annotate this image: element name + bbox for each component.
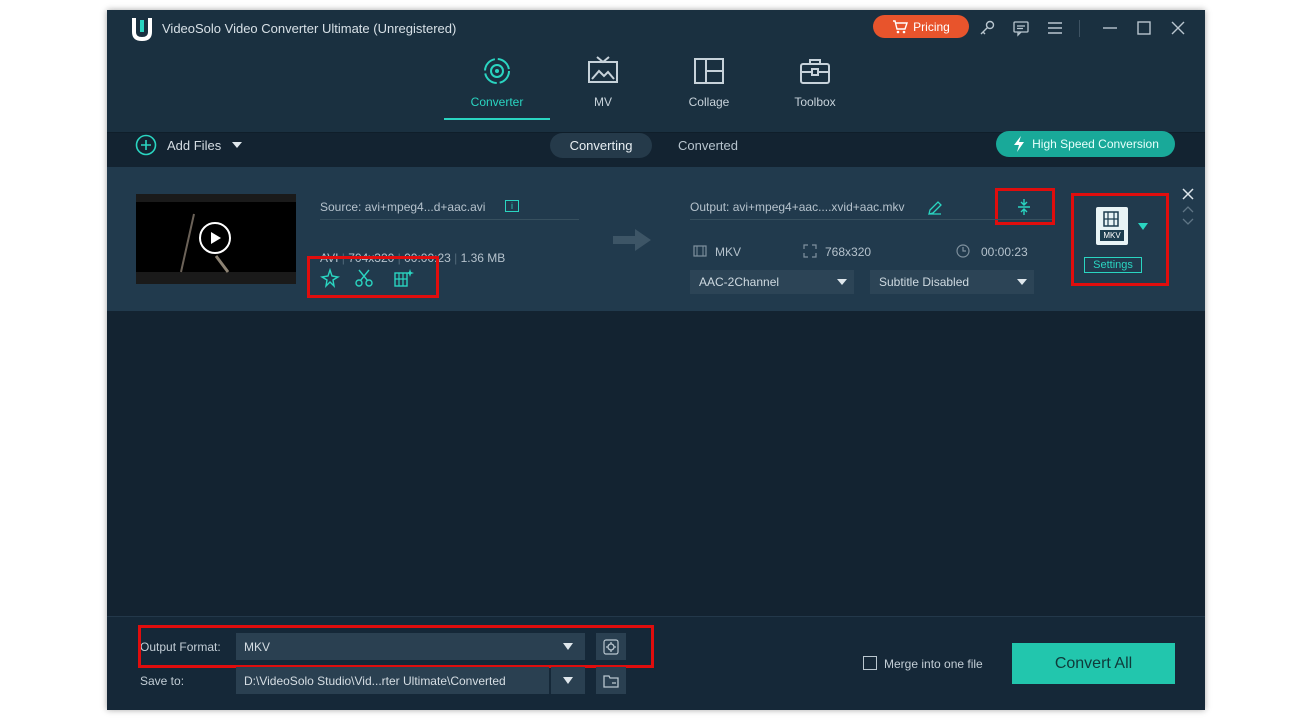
title-bar: VideoSolo Video Converter Ultimate (Unre… bbox=[107, 10, 1205, 133]
play-icon[interactable] bbox=[199, 222, 231, 254]
high-speed-conversion-button[interactable]: High Speed Conversion bbox=[996, 131, 1175, 157]
tab-toolbox-label: Toolbox bbox=[794, 95, 836, 109]
move-up-icon[interactable] bbox=[1182, 205, 1194, 214]
tab-converter-label: Converter bbox=[470, 95, 524, 109]
output-divider bbox=[690, 219, 1052, 220]
app-window: VideoSolo Video Converter Ultimate (Unre… bbox=[107, 10, 1205, 710]
close-icon[interactable] bbox=[1168, 18, 1188, 38]
collage-icon bbox=[694, 58, 724, 84]
tab-collage-label: Collage bbox=[688, 95, 730, 109]
title-separator bbox=[1079, 20, 1080, 37]
clock-icon bbox=[956, 244, 970, 258]
remove-file-icon[interactable] bbox=[1182, 188, 1194, 200]
pricing-button[interactable]: Pricing bbox=[873, 15, 969, 38]
toolbox-icon bbox=[800, 59, 830, 84]
output-format: MKV bbox=[715, 245, 742, 259]
resolution-icon bbox=[803, 244, 817, 258]
tab-converting[interactable]: Converting bbox=[550, 133, 652, 158]
mv-icon bbox=[588, 56, 618, 83]
source-size: 1.36 MB bbox=[460, 251, 506, 265]
video-thumbnail[interactable] bbox=[136, 194, 296, 284]
add-files-label: Add Files bbox=[167, 137, 222, 153]
edit-tools-highlight bbox=[307, 256, 439, 298]
output-format-highlight bbox=[138, 625, 654, 668]
window-title: VideoSolo Video Converter Ultimate (Unre… bbox=[162, 21, 457, 36]
tab-collage[interactable]: Collage bbox=[656, 54, 762, 120]
tab-converted[interactable]: Converted bbox=[657, 133, 759, 158]
active-tab-indicator bbox=[444, 118, 550, 120]
pricing-label: Pricing bbox=[913, 19, 950, 34]
converter-toolbar: Add Files Converting Converted High Spee… bbox=[107, 131, 1205, 168]
open-folder-button[interactable] bbox=[596, 667, 626, 694]
cart-icon bbox=[893, 19, 909, 33]
tab-mv[interactable]: MV bbox=[550, 54, 656, 120]
save-to-label: Save to: bbox=[140, 674, 185, 688]
merge-label: Merge into one file bbox=[884, 657, 983, 671]
chevron-down-icon bbox=[563, 677, 573, 684]
output-duration: 00:00:23 bbox=[981, 245, 1028, 259]
info-icon[interactable]: i bbox=[505, 200, 519, 212]
subtitle-value: Subtitle Disabled bbox=[879, 275, 970, 289]
source-filename: Source: avi+mpeg4...d+aac.avi bbox=[320, 200, 486, 214]
add-icon bbox=[135, 134, 157, 156]
converter-icon bbox=[484, 58, 510, 84]
save-path-dropdown[interactable] bbox=[551, 667, 585, 694]
move-down-icon[interactable] bbox=[1182, 217, 1194, 226]
lightning-icon bbox=[1014, 136, 1025, 152]
bottom-bar: Output Format: MKV Save to: D:\VideoSolo… bbox=[107, 616, 1205, 710]
output-resolution: 768x320 bbox=[825, 245, 872, 259]
convert-arrow-icon bbox=[613, 229, 651, 251]
source-divider bbox=[320, 219, 579, 220]
tab-toolbox[interactable]: Toolbox bbox=[762, 54, 868, 120]
film-icon bbox=[693, 245, 707, 257]
convert-all-button[interactable]: Convert All bbox=[1012, 643, 1175, 684]
maximize-icon[interactable] bbox=[1134, 18, 1154, 38]
merge-checkbox[interactable] bbox=[863, 656, 877, 670]
folder-icon bbox=[603, 674, 619, 688]
dropdown-arrow-icon[interactable] bbox=[231, 141, 243, 149]
menu-icon[interactable] bbox=[1045, 18, 1065, 38]
high-speed-label: High Speed Conversion bbox=[1032, 137, 1159, 151]
save-path-field[interactable]: D:\VideoSolo Studio\Vid...rter Ultimate\… bbox=[236, 667, 549, 694]
minimize-icon[interactable] bbox=[1100, 18, 1120, 38]
chevron-down-icon bbox=[1017, 279, 1027, 285]
audio-track-value: AAC-2Channel bbox=[699, 275, 780, 289]
tab-converter[interactable]: Converter bbox=[444, 54, 550, 120]
add-files-button[interactable]: Add Files bbox=[135, 133, 243, 157]
settings-highlight bbox=[1071, 193, 1169, 286]
key-icon[interactable] bbox=[977, 18, 997, 38]
subtitle-dropdown[interactable]: Subtitle Disabled bbox=[870, 270, 1034, 294]
chevron-down-icon bbox=[837, 279, 847, 285]
rename-edit-icon[interactable] bbox=[927, 200, 943, 216]
app-logo-icon bbox=[132, 18, 152, 42]
tab-mv-label: MV bbox=[594, 95, 612, 109]
audio-track-dropdown[interactable]: AAC-2Channel bbox=[690, 270, 854, 294]
output-filename: Output: avi+mpeg4+aac....xvid+aac.mkv bbox=[690, 200, 905, 214]
feedback-icon[interactable] bbox=[1011, 18, 1031, 38]
file-item-row: Source: avi+mpeg4...d+aac.avi i AVI | 70… bbox=[107, 167, 1205, 311]
